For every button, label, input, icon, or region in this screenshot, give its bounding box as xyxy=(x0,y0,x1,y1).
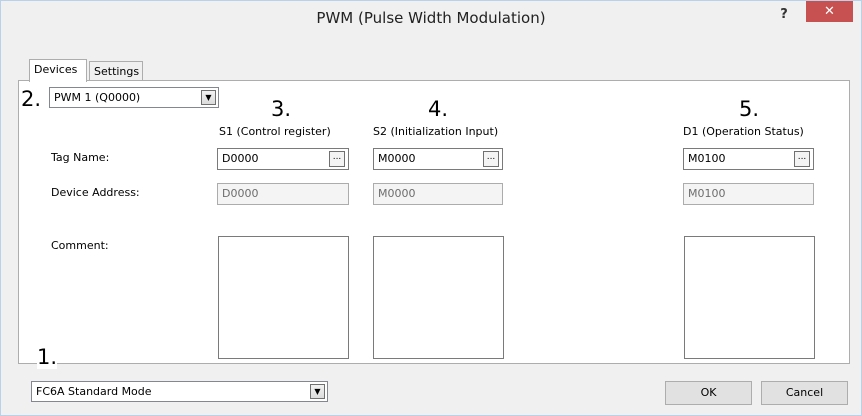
cancel-button[interactable]: Cancel xyxy=(761,381,848,405)
s1-tag-name-input[interactable]: D0000 ... xyxy=(217,148,349,170)
comment-label: Comment: xyxy=(51,239,109,252)
d1-comment-textarea[interactable] xyxy=(684,236,815,359)
column-header-s1: S1 (Control register) xyxy=(219,125,331,138)
d1-browse-button[interactable]: ... xyxy=(794,151,810,167)
d1-device-address-field: M0100 xyxy=(683,183,814,205)
chevron-down-icon[interactable]: ▼ xyxy=(201,90,216,105)
s2-device-address-field: M0000 xyxy=(373,183,503,205)
marker-2: 2. xyxy=(21,87,42,111)
column-header-d1: D1 (Operation Status) xyxy=(683,125,804,138)
s2-tag-name-input[interactable]: M0000 ... xyxy=(373,148,503,170)
tab-settings[interactable]: Settings xyxy=(89,61,143,82)
marker-4: 4. xyxy=(428,97,449,121)
device-address-label: Device Address: xyxy=(51,186,140,199)
dialog-window: PWM (Pulse Width Modulation) ? ✕ Devices… xyxy=(0,0,862,416)
s1-device-address-field: D0000 xyxy=(217,183,349,205)
s2-comment-textarea[interactable] xyxy=(373,236,504,359)
column-header-s2: S2 (Initialization Input) xyxy=(373,125,499,138)
close-button[interactable]: ✕ xyxy=(806,1,853,22)
chevron-down-icon[interactable]: ▼ xyxy=(310,384,325,399)
tab-devices[interactable]: Devices xyxy=(29,59,87,82)
ok-button[interactable]: OK xyxy=(665,381,752,405)
window-title: PWM (Pulse Width Modulation) xyxy=(316,9,546,27)
marker-5: 5. xyxy=(739,97,760,121)
s1-tag-name-value: D0000 xyxy=(222,152,259,165)
marker-1: 1. xyxy=(37,345,58,369)
help-button[interactable]: ? xyxy=(771,5,797,27)
title-bar: PWM (Pulse Width Modulation) ? ✕ xyxy=(1,1,861,35)
s2-tag-name-value: M0000 xyxy=(378,152,416,165)
d1-tag-name-input[interactable]: M0100 ... xyxy=(683,148,814,170)
s1-comment-textarea[interactable] xyxy=(218,236,349,359)
mode-select[interactable]: FC6A Standard Mode ▼ xyxy=(31,381,328,402)
mode-select-value: FC6A Standard Mode xyxy=(36,385,152,398)
d1-tag-name-value: M0100 xyxy=(688,152,726,165)
s1-browse-button[interactable]: ... xyxy=(329,151,345,167)
marker-3: 3. xyxy=(271,97,292,121)
tag-name-label: Tag Name: xyxy=(51,151,110,164)
pwm-channel-select[interactable]: PWM 1 (Q0000) ▼ xyxy=(49,87,219,108)
s2-browse-button[interactable]: ... xyxy=(483,151,499,167)
pwm-channel-value: PWM 1 (Q0000) xyxy=(54,91,141,104)
